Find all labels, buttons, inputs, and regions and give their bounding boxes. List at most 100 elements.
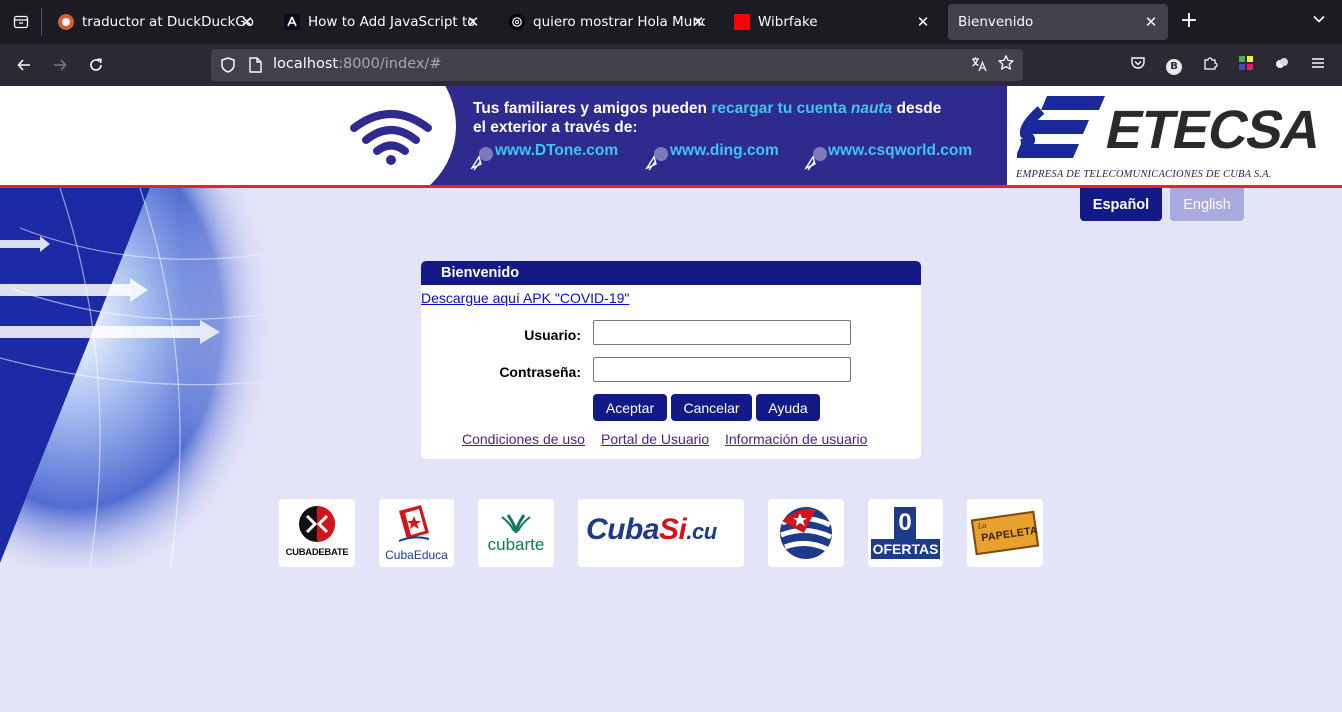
close-tab-icon[interactable]: ✕ <box>914 13 932 31</box>
openai-icon <box>509 14 525 30</box>
cubaeduca-logo[interactable]: CubaEduca <box>379 499 454 567</box>
language-english-button[interactable]: English <box>1170 188 1244 221</box>
papeleta-article: La <box>977 520 987 531</box>
arrow-left-icon <box>17 59 30 71</box>
terms-of-use-link[interactable]: Condiciones de uso <box>462 431 585 447</box>
username-input[interactable] <box>593 320 851 345</box>
tab-wibrfake[interactable]: Wibrfake ✕ <box>724 4 940 40</box>
tab-overflow-menu-button[interactable] <box>1309 12 1329 32</box>
etecsa-mark-icon <box>1017 96 1105 158</box>
close-tab-icon[interactable]: ✕ <box>1142 13 1160 31</box>
banner-text: desde <box>892 100 942 117</box>
apk-download-link[interactable]: Descargue aquí APK "COVID-19" <box>421 290 629 306</box>
navigation-toolbar: localhost:8000/index/# B <box>0 44 1342 86</box>
ofertas-logo[interactable]: 0 OFERTAS <box>868 499 943 567</box>
extension-cloud-icon[interactable] <box>1272 55 1292 75</box>
nauta-recharge-banner[interactable]: Tus familiares y amigos pueden recargar … <box>336 86 1007 186</box>
papeleta-logo[interactable]: La PAPELETA <box>967 499 1043 567</box>
user-information-link[interactable]: Información de usuario <box>725 431 867 447</box>
login-panel-title: Bienvenido <box>421 261 921 285</box>
tab-chatgpt[interactable]: quiero mostrar Hola Mundo ✕ <box>499 4 715 40</box>
tab-javascript[interactable]: How to Add JavaScript to Y ✕ <box>274 4 490 40</box>
cubasi-text: CubaSi.cu <box>586 513 717 547</box>
profile-extension-button[interactable]: B <box>1164 55 1184 75</box>
banner-site-ding: www.ding.com <box>670 142 779 159</box>
cubadebate-logo[interactable]: CUBADEBATE <box>279 499 355 567</box>
close-tab-icon[interactable]: ✕ <box>689 13 707 31</box>
url-text[interactable]: localhost:8000/index/# <box>273 56 441 72</box>
url-host: localhost <box>273 56 339 72</box>
tab-title: traductor at DuckDuckGo <box>82 14 254 30</box>
tab-title: Bienvenido <box>958 14 1034 30</box>
ofertas-zero: 0 <box>894 507 916 539</box>
cubaeduca-text: CubaEduca <box>385 548 448 562</box>
arrow-right-icon <box>54 59 67 71</box>
chevron-down-icon <box>1313 15 1325 23</box>
papeleta-ticket: La PAPELETA <box>970 510 1040 556</box>
tab-bienvenido[interactable]: Bienvenido ✕ <box>948 4 1168 40</box>
accept-button[interactable]: Aceptar <box>593 394 667 421</box>
cubarte-logo[interactable]: cubarte <box>478 499 554 567</box>
password-label: Contraseña: <box>499 364 581 380</box>
close-tab-icon[interactable]: ✕ <box>464 13 482 31</box>
cubasi-logo[interactable]: CubaSi.cu <box>578 499 744 567</box>
cursor-arrow-icon <box>804 147 827 171</box>
tab-duckduckgo[interactable]: traductor at DuckDuckGo ✕ <box>48 4 264 40</box>
red-square-icon <box>734 14 750 30</box>
app-menu-button[interactable] <box>1308 55 1328 75</box>
banner-highlight-italic: nauta <box>850 100 893 117</box>
cuban-flag-ball-logo[interactable] <box>768 499 844 567</box>
reload-icon <box>90 58 102 71</box>
ofertas-text: OFERTAS <box>871 539 940 559</box>
username-label: Usuario: <box>524 327 581 343</box>
login-panel: Bienvenido Descargue aquí APK "COVID-19"… <box>421 261 921 459</box>
language-spanish-button[interactable]: Español <box>1080 188 1162 221</box>
cubarte-mark-icon <box>501 514 531 534</box>
pocket-icon[interactable] <box>1128 55 1148 75</box>
cubadebate-text: CUBADEBATE <box>285 547 349 558</box>
reload-button[interactable] <box>84 53 108 77</box>
forward-button[interactable] <box>48 53 72 77</box>
page-icon[interactable] <box>246 56 264 74</box>
user-portal-link[interactable]: Portal de Usuario <box>601 431 709 447</box>
etecsa-logo: ETECSA EMPRESA DE TELECOMUNICACIONES DE … <box>1007 86 1342 186</box>
globe-illustration <box>0 188 300 568</box>
address-bar[interactable]: localhost:8000/index/# <box>211 49 1023 81</box>
cubasi-si: Si <box>659 513 687 546</box>
cubarte-text: cubarte <box>487 535 545 554</box>
papeleta-text: PAPELETA <box>980 524 1039 545</box>
cubasi-domain: .cu <box>686 519 717 544</box>
new-tab-button[interactable]: + <box>1177 10 1201 34</box>
password-input[interactable] <box>593 357 851 382</box>
cubasi-word: Cuba <box>586 513 660 546</box>
banner-highlight: recargar tu cuenta <box>711 100 851 117</box>
list-all-tabs-button[interactable] <box>0 0 42 44</box>
etecsa-name: ETECSA <box>1100 100 1327 160</box>
shield-icon[interactable] <box>219 56 237 74</box>
tab-title: quiero mostrar Hola Mundo <box>533 14 705 30</box>
help-button[interactable]: Ayuda <box>756 394 820 421</box>
cursor-arrow-icon <box>645 147 668 171</box>
etecsa-subtitle: EMPRESA DE TELECOMUNICACIONES DE CUBA S.… <box>1016 169 1272 180</box>
tab-title: Wibrfake <box>758 14 818 30</box>
banner-site-dtone: www.DTone.com <box>495 142 619 159</box>
page-viewport: Tus familiares y amigos pueden recargar … <box>0 86 1342 712</box>
banner-line-2: el exterior a través de: <box>473 119 638 136</box>
back-button[interactable] <box>12 53 36 77</box>
banner-text: Tus familiares y amigos pueden <box>473 100 712 117</box>
close-tab-icon[interactable]: ✕ <box>238 13 256 31</box>
banner-line-1: Tus familiares y amigos pueden recargar … <box>473 100 941 118</box>
profile-badge-icon: B <box>1166 59 1182 75</box>
tab-title: How to Add JavaScript to Y <box>308 14 480 30</box>
url-path: :8000/index/# <box>338 56 442 72</box>
hamburger-menu-icon <box>1312 58 1324 68</box>
flag-ball-icon <box>780 507 833 559</box>
extensions-puzzle-icon[interactable] <box>1200 55 1220 75</box>
angular-icon <box>284 14 300 30</box>
cancel-button[interactable]: Cancelar <box>671 394 752 421</box>
tab-list-icon <box>13 15 29 29</box>
translate-icon[interactable] <box>969 55 989 75</box>
bookmark-star-icon[interactable] <box>996 54 1016 74</box>
cursor-arrow-icon <box>470 147 493 171</box>
colorful-extension-icon[interactable] <box>1236 55 1256 75</box>
